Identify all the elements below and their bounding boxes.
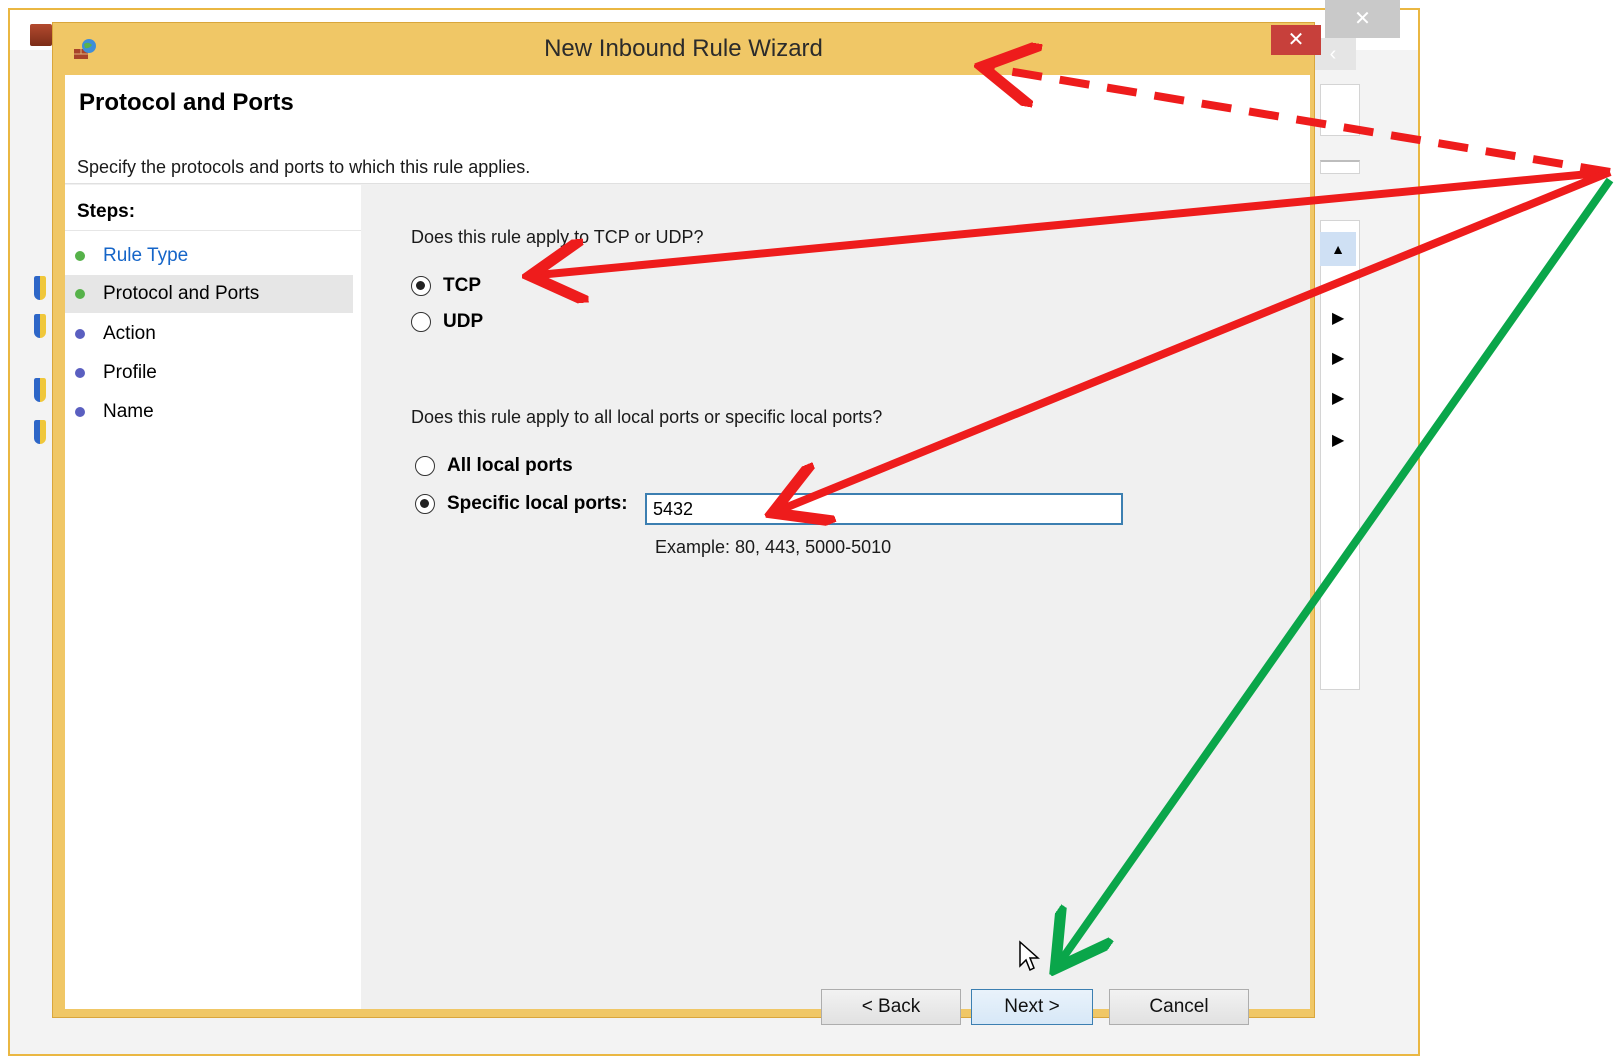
shield-icon bbox=[34, 378, 46, 402]
wizard-dialog: New Inbound Rule Wizard ✕ Protocol and P… bbox=[52, 22, 1321, 1025]
all-ports-radio-option[interactable]: All local ports bbox=[415, 455, 615, 481]
tcp-label[interactable]: TCP bbox=[443, 275, 481, 297]
bullet-icon bbox=[75, 368, 85, 378]
step-protocol-and-ports: Protocol and Ports bbox=[65, 275, 353, 313]
steps-divider bbox=[65, 230, 361, 231]
udp-radio-option[interactable]: UDP bbox=[411, 311, 531, 337]
chevron-left-icon: ‹ bbox=[1329, 43, 1337, 65]
background-close-button[interactable]: ✕ bbox=[1325, 0, 1400, 38]
ports-example-hint: Example: 80, 443, 5000-5010 bbox=[655, 537, 892, 557]
dialog-client-area: Protocol and Ports Specify the protocols… bbox=[65, 75, 1310, 1025]
page-title: Protocol and Ports bbox=[79, 89, 294, 116]
main-pane: Does this rule apply to TCP or UDP? TCP … bbox=[363, 185, 1310, 1009]
step-label: Protocol and Ports bbox=[103, 283, 260, 304]
step-profile: Profile bbox=[65, 354, 353, 392]
tcp-radio-option[interactable]: TCP bbox=[411, 275, 531, 301]
specific-ports-label[interactable]: Specific local ports: bbox=[447, 493, 628, 515]
tcp-radio[interactable] bbox=[411, 276, 431, 296]
bullet-icon bbox=[75, 407, 85, 417]
wizard-header: Protocol and Ports Specify the protocols… bbox=[65, 75, 1310, 184]
dialog-titlebar[interactable]: New Inbound Rule Wizard ✕ bbox=[53, 23, 1321, 75]
cancel-button[interactable]: Cancel bbox=[1109, 989, 1249, 1025]
ports-question: Does this rule apply to all local ports … bbox=[411, 407, 883, 427]
shield-icon bbox=[34, 276, 46, 300]
protocol-question: Does this rule apply to TCP or UDP? bbox=[411, 227, 704, 247]
shield-icon bbox=[34, 314, 46, 338]
mouse-pointer-icon bbox=[1019, 940, 1040, 972]
specific-ports-radio[interactable] bbox=[415, 494, 435, 514]
all-ports-label[interactable]: All local ports bbox=[447, 455, 573, 477]
step-name: Name bbox=[65, 393, 353, 431]
bullet-icon bbox=[75, 251, 85, 261]
step-rule-type[interactable]: Rule Type bbox=[65, 237, 353, 275]
expand-arrow-icon[interactable]: ▶ bbox=[1332, 308, 1344, 328]
step-label: Name bbox=[103, 401, 154, 422]
step-label: Profile bbox=[103, 362, 157, 383]
next-button[interactable]: Next > bbox=[971, 989, 1093, 1025]
udp-label[interactable]: UDP bbox=[443, 311, 483, 333]
specific-ports-radio-option[interactable]: Specific local ports: bbox=[415, 493, 645, 519]
back-button[interactable]: < Back bbox=[821, 989, 961, 1025]
specific-ports-input[interactable] bbox=[645, 493, 1123, 525]
udp-radio[interactable] bbox=[411, 312, 431, 332]
step-label: Action bbox=[103, 323, 156, 344]
expand-arrow-icon[interactable]: ▶ bbox=[1332, 388, 1344, 408]
background-actions-pane bbox=[1320, 220, 1360, 690]
bullet-icon bbox=[75, 329, 85, 339]
all-ports-radio[interactable] bbox=[415, 456, 435, 476]
steps-heading: Steps: bbox=[77, 201, 136, 222]
background-divider bbox=[1320, 160, 1360, 174]
close-button[interactable]: ✕ bbox=[1271, 25, 1321, 55]
expand-arrow-icon[interactable]: ▶ bbox=[1332, 430, 1344, 450]
steps-pane: Steps: Rule Type Protocol and Ports Acti… bbox=[65, 185, 361, 1009]
step-action: Action bbox=[65, 315, 353, 353]
close-icon: ✕ bbox=[1287, 29, 1305, 51]
background-toolbar bbox=[1320, 84, 1360, 136]
page-subtitle: Specify the protocols and ports to which… bbox=[77, 157, 531, 177]
arrow-up-icon: ▲ bbox=[1331, 241, 1345, 257]
close-icon: ✕ bbox=[1354, 8, 1371, 30]
step-label[interactable]: Rule Type bbox=[103, 237, 188, 275]
shield-icon bbox=[34, 420, 46, 444]
firewall-icon bbox=[30, 24, 52, 46]
scroll-up-button[interactable]: ▲ bbox=[1320, 232, 1356, 266]
bullet-icon bbox=[75, 289, 85, 299]
dialog-title: New Inbound Rule Wizard bbox=[544, 35, 823, 62]
expand-arrow-icon[interactable]: ▶ bbox=[1332, 348, 1344, 368]
